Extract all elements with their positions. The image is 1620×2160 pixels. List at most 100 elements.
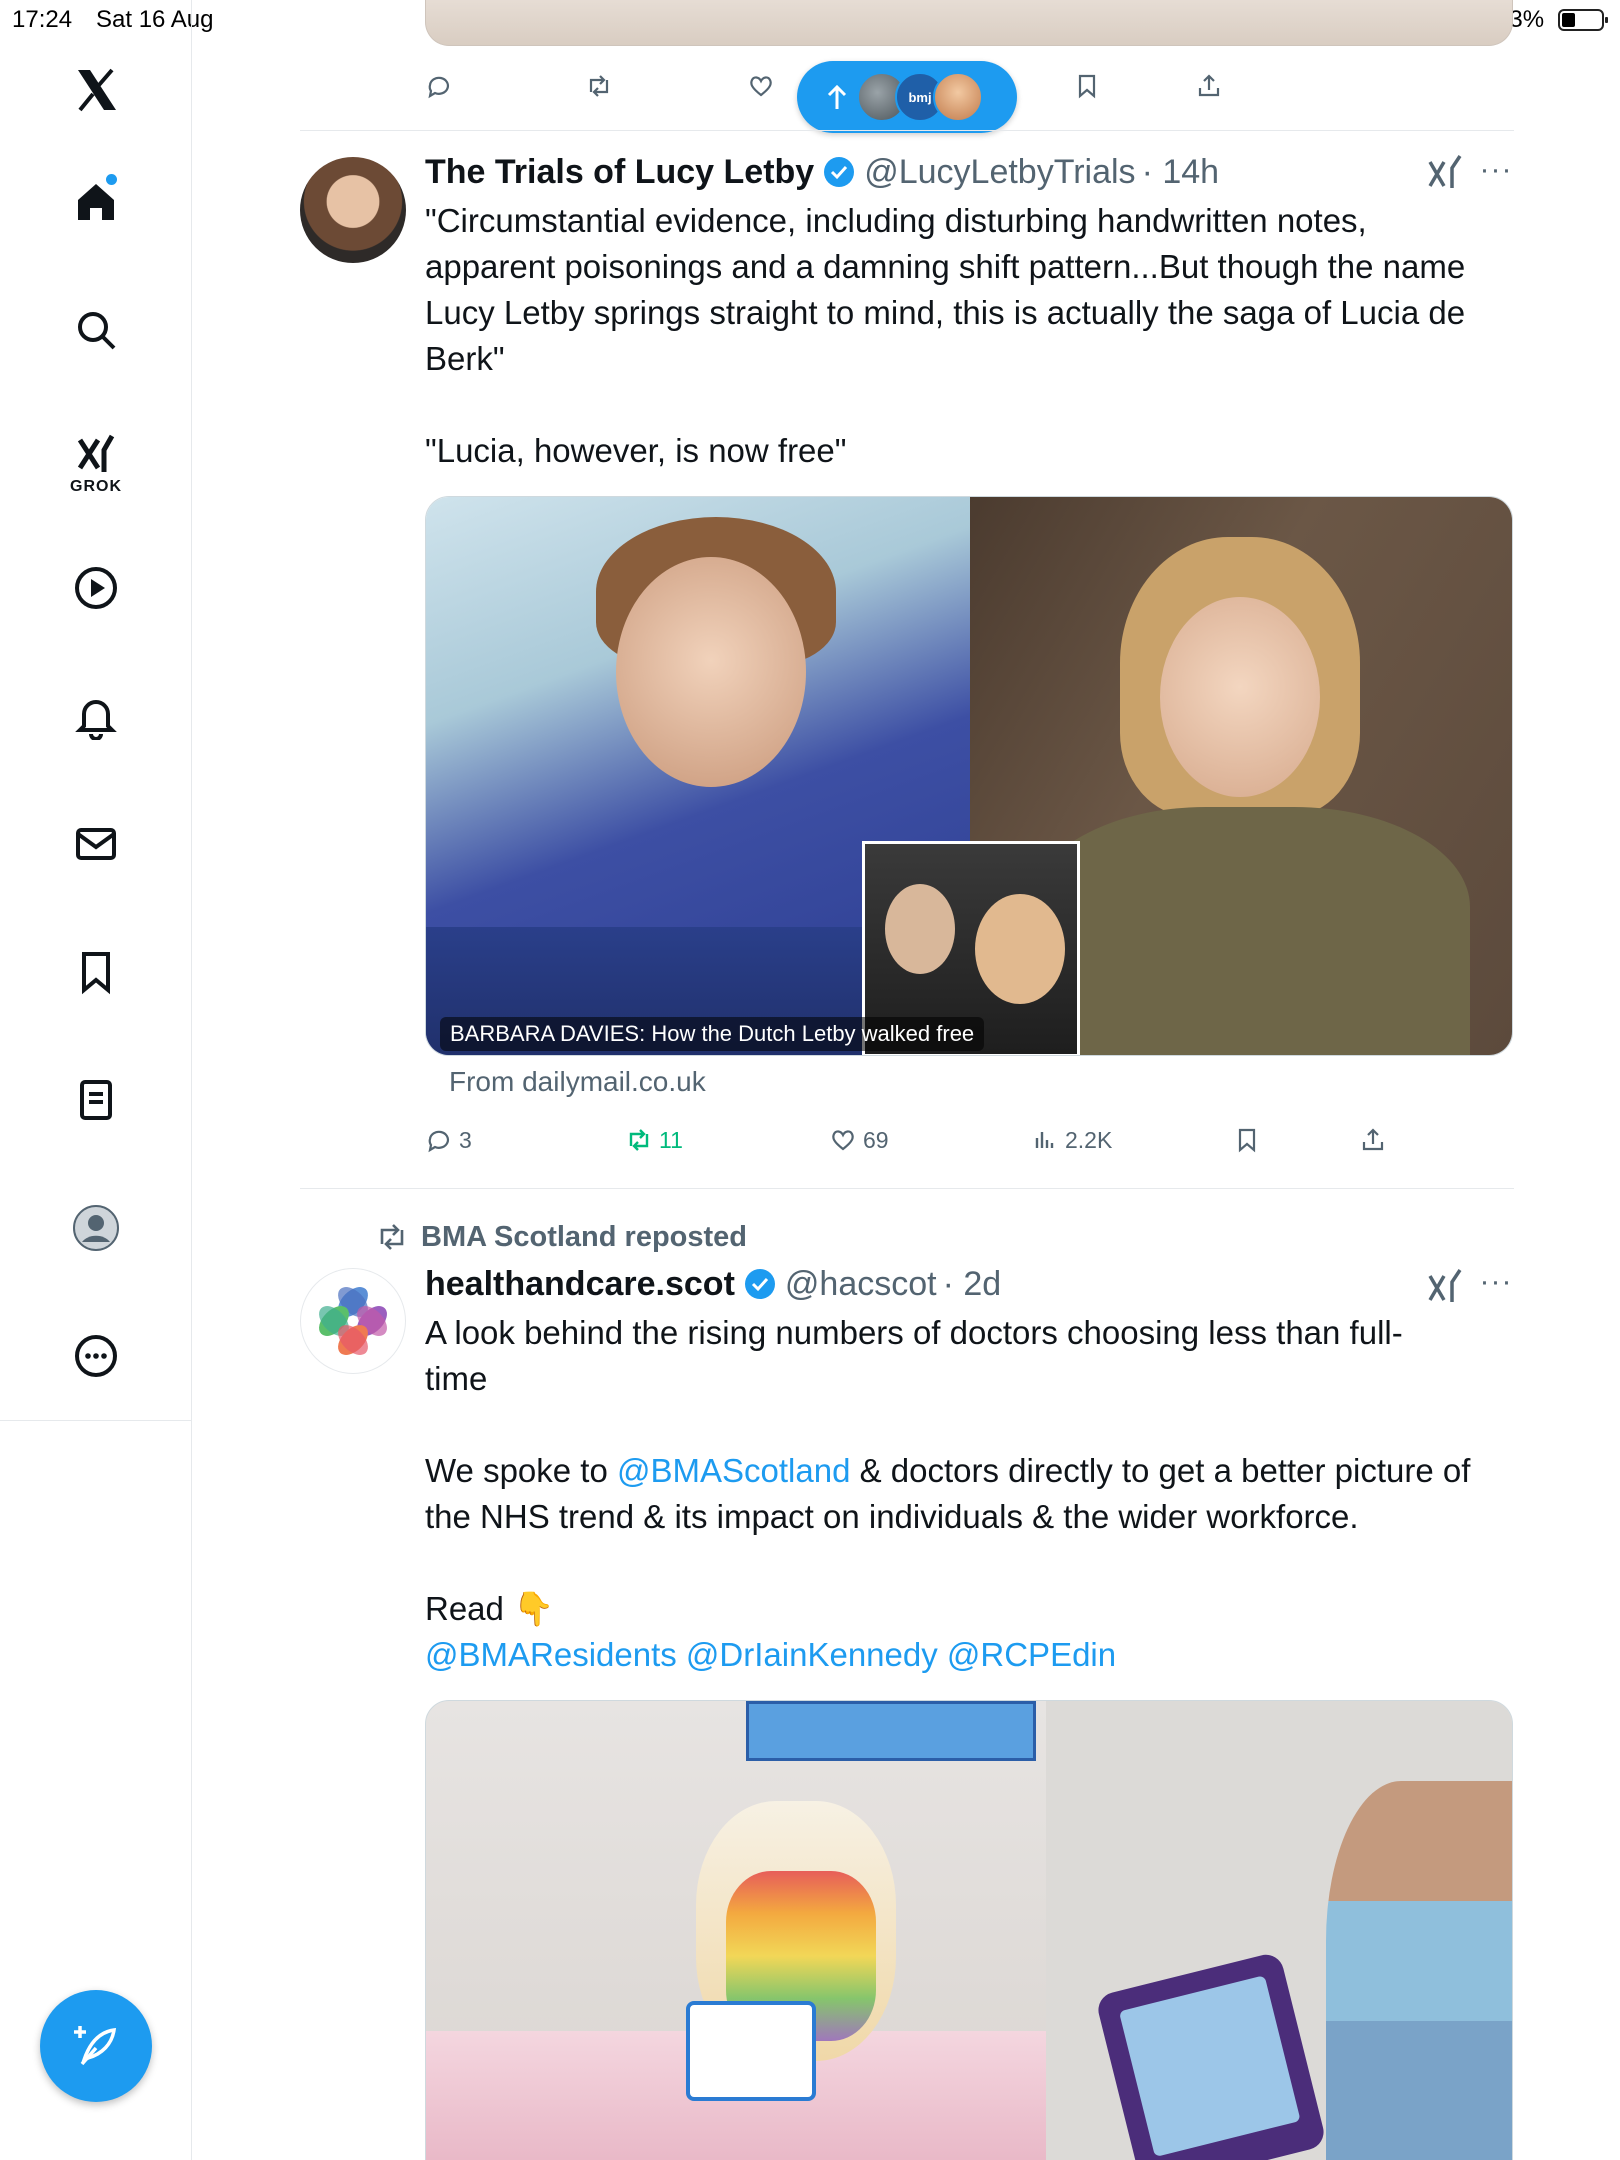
tweet-actions: 3 11 69 2.2K xyxy=(425,1120,1513,1160)
bookmark-icon xyxy=(82,952,110,995)
card-source[interactable]: From dailymail.co.uk xyxy=(449,1066,706,1098)
battery-icon xyxy=(1558,9,1608,31)
card-caption: BARBARA DAVIES: How the Dutch Letby walk… xyxy=(440,1017,985,1051)
x-logo-icon[interactable] xyxy=(60,54,132,126)
envelope-icon xyxy=(76,828,116,860)
post-time[interactable]: · 2d xyxy=(943,1265,1002,1304)
author-name[interactable]: The Trials of Lucy Letby xyxy=(425,153,814,192)
compose-post-button[interactable] xyxy=(40,1990,152,2102)
like-count: 69 xyxy=(863,1126,889,1153)
reply-button[interactable]: 3 xyxy=(425,1120,472,1160)
sidebar-item-notifications[interactable] xyxy=(60,680,132,752)
more-circle-icon xyxy=(75,1335,117,1377)
search-icon xyxy=(78,312,116,350)
new-post-avatar xyxy=(933,72,983,122)
heart-icon xyxy=(750,76,772,97)
sidebar: GROK xyxy=(0,0,192,2160)
share-icon xyxy=(1362,1128,1384,1151)
more-options-icon[interactable]: ··· xyxy=(1478,1267,1514,1308)
avatar-icon xyxy=(73,1205,119,1251)
bookmark-button[interactable] xyxy=(1233,1120,1261,1160)
timeline-feed: bmj The Trials of Lucy Letby @LucyLetbyT… xyxy=(300,0,1514,2160)
sidebar-item-messages[interactable] xyxy=(60,808,132,880)
repost-icon xyxy=(629,1129,649,1151)
sidebar-item-more[interactable] xyxy=(60,1320,132,1392)
post-divider xyxy=(300,130,1514,131)
reply-count: 3 xyxy=(459,1126,472,1153)
avatar[interactable] xyxy=(300,157,406,263)
sidebar-item-bookmarks[interactable] xyxy=(60,936,132,1008)
repost-label: BMA Scotland reposted xyxy=(421,1220,748,1253)
tweet-text: "Circumstantial evidence, including dist… xyxy=(425,198,1515,474)
tweet-text-line: "Circumstantial evidence, including dist… xyxy=(425,202,1367,239)
heart-icon xyxy=(832,1130,854,1151)
sidebar-item-lists[interactable] xyxy=(60,1064,132,1136)
author-name[interactable]: healthandcare.scot xyxy=(425,1265,735,1304)
sidebar-item-videos[interactable] xyxy=(60,552,132,624)
bookmark-icon xyxy=(1238,1128,1256,1153)
repost-count: 11 xyxy=(659,1126,683,1153)
author-handle[interactable]: @hacscot xyxy=(785,1265,937,1304)
tweet-text-line: Berk" xyxy=(425,340,505,377)
home-icon xyxy=(78,184,114,220)
grok-icon xyxy=(77,434,115,472)
mention-links[interactable]: @BMAResidents @DrIainKennedy @RCPEdin xyxy=(425,1632,1515,1678)
bell-icon xyxy=(75,700,117,740)
share-button[interactable] xyxy=(1195,66,1223,106)
author-handle[interactable]: @LucyLetbyTrials xyxy=(864,153,1135,192)
sidebar-item-explore[interactable] xyxy=(60,294,132,366)
tweet-photo[interactable] xyxy=(425,1700,1513,2160)
arrow-up-icon xyxy=(827,84,847,109)
repost-button[interactable] xyxy=(585,66,613,106)
bookmark-icon xyxy=(1078,74,1096,99)
list-icon xyxy=(80,1080,112,1120)
like-button[interactable]: 69 xyxy=(829,1120,889,1160)
previous-post-media[interactable] xyxy=(425,0,1513,46)
verified-badge-icon xyxy=(744,1269,775,1299)
views-button[interactable]: 2.2K xyxy=(1031,1120,1112,1160)
mention-link[interactable]: @BMAScotland xyxy=(617,1452,850,1489)
post-divider xyxy=(300,1188,1514,1189)
tweet-text-span: & doctors directly to get a better pictu… xyxy=(850,1452,1471,1489)
compose-feather-icon xyxy=(74,2026,117,2066)
views-chart-icon xyxy=(1035,1132,1054,1148)
sidebar-divider xyxy=(0,1420,192,1421)
tweet-text: A look behind the rising numbers of doct… xyxy=(425,1310,1515,1678)
view-count: 2.2K xyxy=(1065,1126,1113,1153)
tweet-text-line: A look behind the rising numbers of doct… xyxy=(425,1314,1403,1351)
repost-button[interactable]: 11 xyxy=(625,1120,683,1160)
tweet-header: The Trials of Lucy Letby @LucyLetbyTrial… xyxy=(425,150,1219,194)
tweet-text-line: time xyxy=(425,1360,488,1397)
grok-explain-icon[interactable] xyxy=(1426,152,1466,192)
tweet-text-line: We spoke to @BMAScotland & doctors direc… xyxy=(425,1448,1515,1494)
grok-explain-icon[interactable] xyxy=(1426,1266,1466,1306)
clover-logo-icon xyxy=(319,1287,387,1355)
home-notification-dot xyxy=(106,174,117,185)
tweet-text-line: Read 👇 xyxy=(425,1590,555,1627)
tweet-text-line: the NHS trend & its impact on individual… xyxy=(425,1498,1359,1535)
tweet-text-span: We spoke to xyxy=(425,1452,617,1489)
tweet-text-line: Lucy Letby springs straight to mind, thi… xyxy=(425,294,1466,331)
bookmark-button[interactable] xyxy=(1073,66,1101,106)
more-options-icon[interactable]: ··· xyxy=(1478,155,1514,196)
repost-icon xyxy=(380,1224,404,1250)
repost-icon xyxy=(589,75,609,97)
sidebar-item-profile[interactable] xyxy=(60,1192,132,1264)
tweet-header: healthandcare.scot @hacscot · 2d xyxy=(425,1262,1001,1306)
new-posts-pill[interactable]: bmj xyxy=(797,61,1017,133)
reply-icon xyxy=(428,1130,450,1153)
reply-icon xyxy=(428,76,450,99)
reply-button[interactable] xyxy=(425,66,453,106)
play-icon xyxy=(75,567,117,609)
share-button[interactable] xyxy=(1359,1120,1387,1160)
tweet-text-line: "Lucia, however, is now free" xyxy=(425,432,847,469)
grok-label: GROK xyxy=(70,478,122,495)
repost-context[interactable]: BMA Scotland reposted xyxy=(375,1217,747,1257)
avatar[interactable] xyxy=(300,1268,406,1374)
link-card-image[interactable]: BARBARA DAVIES: How the Dutch Letby walk… xyxy=(425,496,1513,1056)
sidebar-item-home[interactable] xyxy=(60,166,132,238)
share-icon xyxy=(1198,74,1220,97)
verified-badge-icon xyxy=(824,157,855,187)
like-button[interactable] xyxy=(747,66,775,106)
post-time[interactable]: · 14h xyxy=(1142,153,1220,192)
